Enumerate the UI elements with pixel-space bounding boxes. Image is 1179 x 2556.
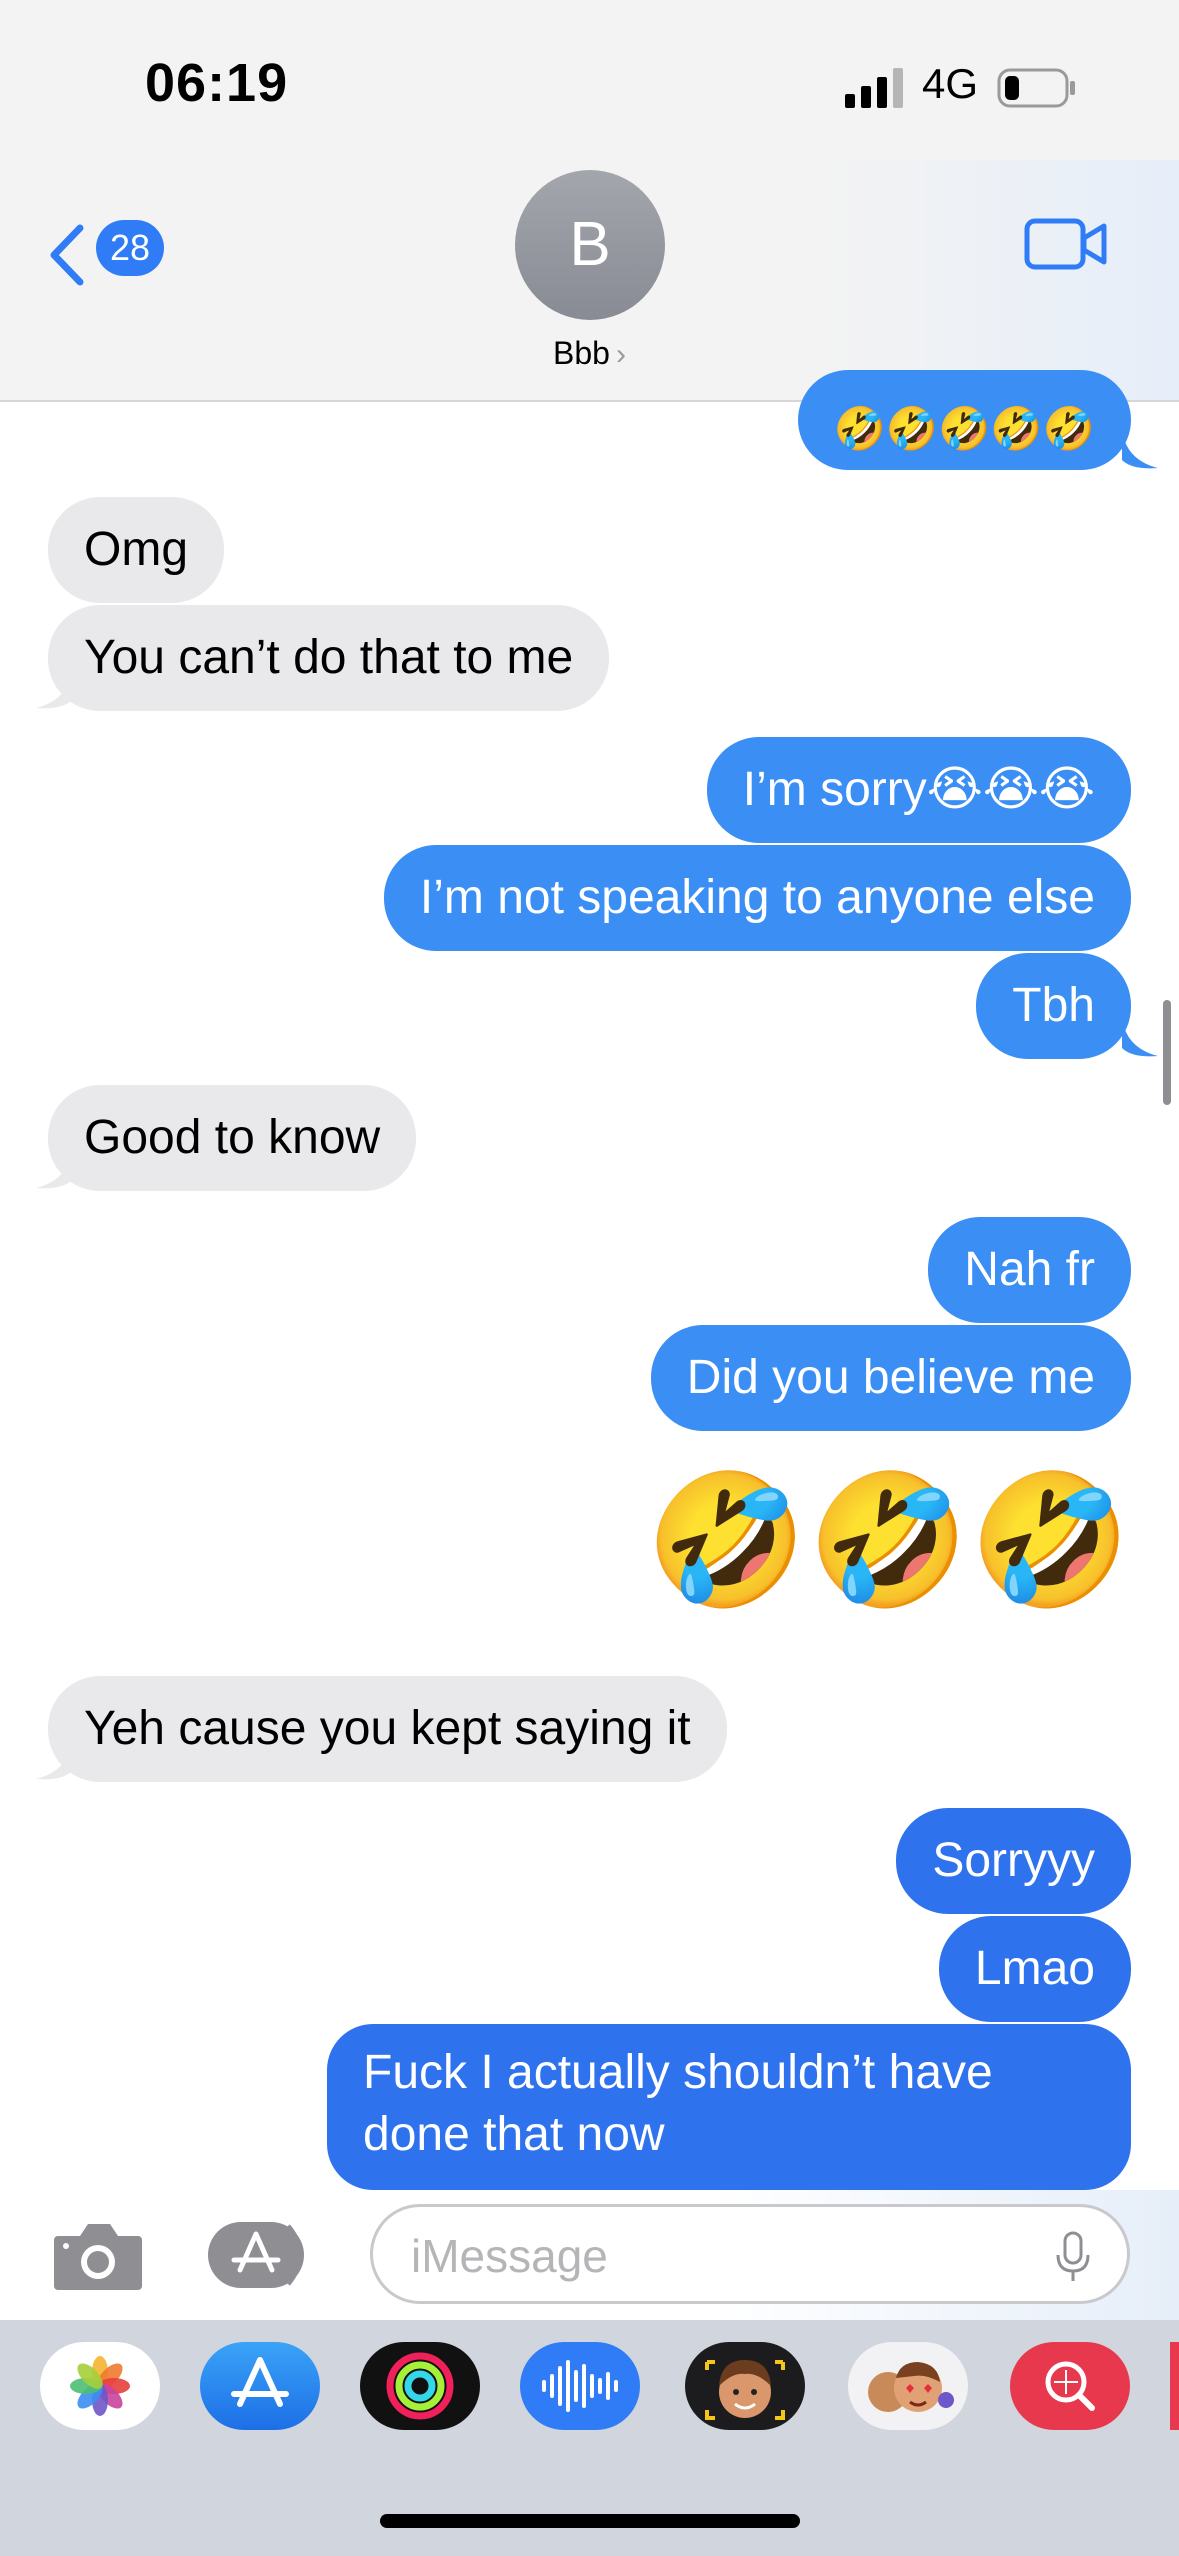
image-search-icon[interactable] <box>1010 2342 1130 2430</box>
incoming-message-bubble[interactable]: Good to know <box>48 1085 417 1191</box>
imessage-input[interactable]: iMessage <box>370 2204 1130 2304</box>
outgoing-message-bubble[interactable]: 🤣🤣🤣🤣🤣 <box>797 370 1131 470</box>
bubble-tail <box>36 1150 72 1189</box>
outgoing-message-bubble[interactable]: Sorryyy <box>896 1808 1131 1914</box>
bubble-tail <box>36 1741 72 1780</box>
cellular-signal-icon <box>845 68 903 108</box>
bubble-tail <box>1122 1018 1158 1057</box>
conversation-header: 28 B Bbb › <box>0 160 1179 402</box>
app-store-drawer-icon[interactable] <box>208 2220 318 2290</box>
outgoing-message-bubble[interactable]: I’m sorry😭😭😭 <box>706 737 1131 843</box>
chevron-right-icon: › <box>615 338 626 371</box>
status-bar: 06:19 4G <box>0 0 1179 160</box>
emoji-only-message[interactable]: 🤣🤣🤣 <box>645 1465 1131 1615</box>
memoji-stickers-icon[interactable] <box>848 2342 968 2430</box>
outgoing-message-bubble[interactable]: Lmao <box>938 1916 1131 2022</box>
memoji-icon[interactable] <box>685 2342 805 2430</box>
home-indicator[interactable] <box>380 2514 800 2528</box>
app-store-icon[interactable] <box>200 2342 320 2430</box>
outgoing-message-bubble[interactable]: Fuck I actually shouldn’t have done that… <box>327 2024 1131 2190</box>
audio-message-icon[interactable] <box>520 2342 640 2430</box>
contact-name-text: Bbb <box>553 335 610 371</box>
incoming-message-bubble[interactable]: Omg <box>48 497 225 603</box>
outgoing-message-bubble[interactable]: Tbh <box>976 953 1131 1059</box>
camera-icon[interactable] <box>52 2220 144 2292</box>
incoming-message-bubble[interactable]: Yeh cause you kept saying it <box>48 1676 727 1782</box>
contact-name[interactable]: Bbb › <box>0 335 1179 372</box>
unread-count-badge[interactable]: 28 <box>96 220 164 276</box>
photos-app-icon[interactable] <box>40 2342 160 2430</box>
fitness-activity-icon[interactable] <box>360 2342 480 2430</box>
input-placeholder: iMessage <box>411 2230 608 2282</box>
outgoing-message-bubble[interactable]: Nah fr <box>928 1217 1131 1323</box>
scroll-indicator[interactable] <box>1163 1000 1171 1105</box>
outgoing-message-bubble[interactable]: I’m not speaking to anyone else <box>383 845 1131 951</box>
status-time: 06:19 <box>145 53 289 113</box>
contact-avatar[interactable]: B <box>515 170 665 320</box>
battery-icon <box>997 68 1075 108</box>
video-call-icon[interactable] <box>1024 216 1108 272</box>
microphone-icon[interactable] <box>1055 2231 1091 2283</box>
outgoing-message-bubble[interactable]: Did you believe me <box>650 1325 1131 1431</box>
compose-bar: iMessage <box>0 2190 1179 2320</box>
bubble-tail <box>36 670 72 709</box>
incoming-message-bubble[interactable]: You can’t do that to me <box>48 605 610 711</box>
partial-app-icon[interactable] <box>1170 2342 1179 2430</box>
bubble-tail <box>1122 430 1158 469</box>
network-type: 4G <box>922 60 979 107</box>
